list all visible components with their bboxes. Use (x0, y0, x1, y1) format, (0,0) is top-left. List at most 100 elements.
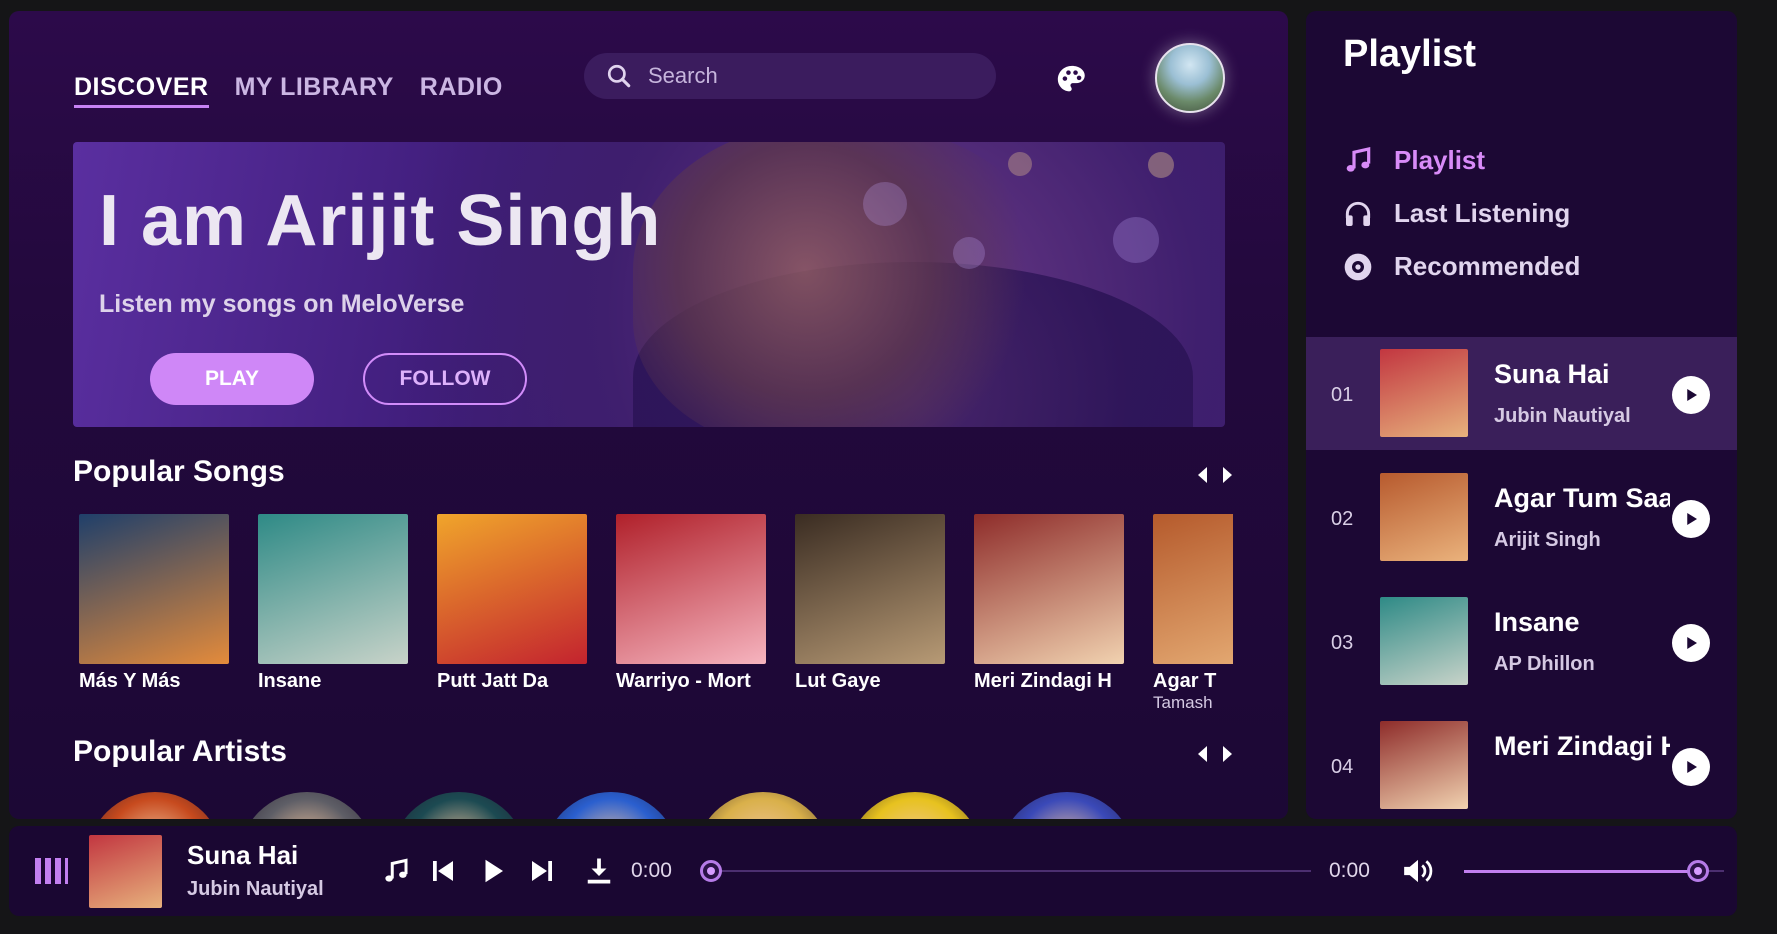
main-panel: DISCOVER MY LIBRARY RADIO I am Arijit Si… (9, 11, 1288, 819)
song-title: Agar T (1153, 670, 1217, 692)
bokeh-light (1008, 152, 1032, 176)
track-number: 01 (1331, 384, 1354, 406)
chevron-right-icon[interactable] (1221, 744, 1235, 764)
search-bar (584, 53, 996, 99)
chevron-left-icon[interactable] (1195, 465, 1209, 485)
playlist-track[interactable]: 03 Insane AP Dhillon (1306, 585, 1737, 698)
song-card[interactable]: Insane (258, 514, 408, 714)
headphones-icon (1345, 201, 1371, 226)
download-icon[interactable] (584, 856, 614, 886)
song-cover (795, 514, 945, 664)
music-note-icon (1346, 146, 1371, 172)
volume-icon[interactable] (1400, 854, 1436, 888)
tab-discover[interactable]: DISCOVER (74, 73, 209, 108)
song-cover (974, 514, 1124, 664)
popular-artists-list (87, 792, 1233, 819)
progress-knob[interactable] (700, 860, 722, 882)
hero-title: I am Arijit Singh (99, 181, 662, 261)
sidebar-menu: Playlist Last Listening Recommended (1342, 134, 1580, 293)
song-cover (1153, 514, 1233, 664)
song-card[interactable]: Meri Zindagi H (974, 514, 1124, 714)
sidebar-item-label: Recommended (1394, 251, 1581, 281)
play-icon (1687, 513, 1697, 525)
song-title: Más Y Más (79, 670, 181, 692)
chevron-left-icon[interactable] (1195, 744, 1209, 764)
track-cover (1380, 349, 1468, 437)
user-avatar[interactable] (1155, 43, 1225, 113)
track-play-button[interactable] (1672, 376, 1710, 414)
artist-avatar[interactable] (87, 792, 223, 819)
song-title: Lut Gaye (795, 670, 881, 692)
artist-avatar[interactable] (239, 792, 375, 819)
sidebar-item-label: Playlist (1394, 145, 1486, 175)
chevron-right-icon[interactable] (1221, 465, 1235, 485)
artist-avatar[interactable] (847, 792, 983, 819)
artist-avatar[interactable] (999, 792, 1135, 819)
tab-my-library[interactable]: MY LIBRARY (235, 73, 394, 108)
bokeh-light (863, 182, 907, 226)
playlist-track[interactable]: 02 Agar Tum Saath Ho Arijit Singh (1306, 461, 1737, 574)
sidebar-item-recommended[interactable]: Recommended (1342, 240, 1580, 293)
song-cover (79, 514, 229, 664)
hero-subtitle: Listen my songs on MeloVerse (99, 290, 465, 318)
now-playing-cover (89, 835, 162, 908)
track-number: 04 (1331, 756, 1354, 778)
sidebar-item-playlist[interactable]: Playlist (1342, 134, 1580, 187)
song-title: Putt Jatt Da (437, 670, 549, 692)
artist-avatar[interactable] (391, 792, 527, 819)
song-card[interactable]: Putt Jatt Da (437, 514, 587, 714)
track-play-button[interactable] (1672, 624, 1710, 662)
song-card[interactable]: Lut Gaye (795, 514, 945, 714)
artist-avatar[interactable] (543, 792, 679, 819)
track-cover (1380, 473, 1468, 561)
track-number: 02 (1331, 508, 1354, 530)
playlist-track[interactable]: 04 Meri Zindagi Hai Tu (1306, 709, 1737, 819)
track-cover (1380, 597, 1468, 685)
song-title: Warriyo - Mort (616, 670, 751, 692)
playlist-track[interactable]: 01 Suna Hai Jubin Nautiyal (1306, 337, 1737, 450)
track-play-button[interactable] (1672, 500, 1710, 538)
track-title: Suna Hai (1494, 359, 1610, 389)
popular-songs-list: Más Y Más Insane Putt Jatt Da Warriyo - Mor… (79, 514, 1233, 714)
top-nav: DISCOVER MY LIBRARY RADIO (74, 73, 503, 108)
palette-icon[interactable] (1055, 63, 1089, 97)
popular-songs-arrows (1195, 465, 1235, 485)
sidebar-item-label: Last Listening (1394, 198, 1571, 228)
popular-artists-title: Popular Artists (73, 735, 287, 768)
volume-fill (1464, 870, 1698, 873)
track-title: Agar Tum Saath Ho (1494, 483, 1670, 513)
hero-banner: I am Arijit Singh Listen my songs on Mel… (73, 142, 1225, 427)
sidebar-item-last-listening[interactable]: Last Listening (1342, 187, 1580, 240)
now-playing-title: Suna Hai (187, 840, 299, 870)
play-icon[interactable] (478, 856, 508, 886)
song-cover (258, 514, 408, 664)
volume-knob[interactable] (1687, 860, 1709, 882)
song-card[interactable]: Warriyo - Mort (616, 514, 766, 714)
search-icon[interactable] (606, 63, 632, 89)
music-note-icon[interactable] (381, 856, 411, 886)
equalizer-icon[interactable] (34, 854, 68, 888)
progress-track[interactable] (711, 870, 1311, 872)
hero-follow-button[interactable]: FOLLOW (363, 353, 527, 405)
now-playing-artist: Jubin Nautiyal (187, 878, 324, 900)
bokeh-light (1148, 152, 1174, 178)
artist-avatar[interactable] (695, 792, 831, 819)
track-play-button[interactable] (1672, 748, 1710, 786)
next-icon[interactable] (527, 856, 557, 886)
previous-icon[interactable] (428, 856, 458, 886)
track-artist: Arijit Singh (1494, 529, 1601, 551)
song-card[interactable]: Agar T Tamash (1153, 514, 1233, 714)
current-time: 0:00 (631, 859, 672, 882)
sidebar-title: Playlist (1343, 33, 1477, 75)
track-artist: Jubin Nautiyal (1494, 405, 1631, 427)
song-card[interactable]: Más Y Más (79, 514, 229, 714)
track-cover (1380, 721, 1468, 809)
track-artist: AP Dhillon (1494, 653, 1595, 675)
hero-play-button[interactable]: PLAY (150, 353, 314, 405)
tab-radio[interactable]: RADIO (420, 73, 503, 108)
disc-icon (1344, 253, 1372, 280)
search-input[interactable] (648, 63, 948, 89)
popular-songs-title: Popular Songs (73, 455, 285, 488)
song-cover (437, 514, 587, 664)
play-icon (1687, 389, 1697, 401)
